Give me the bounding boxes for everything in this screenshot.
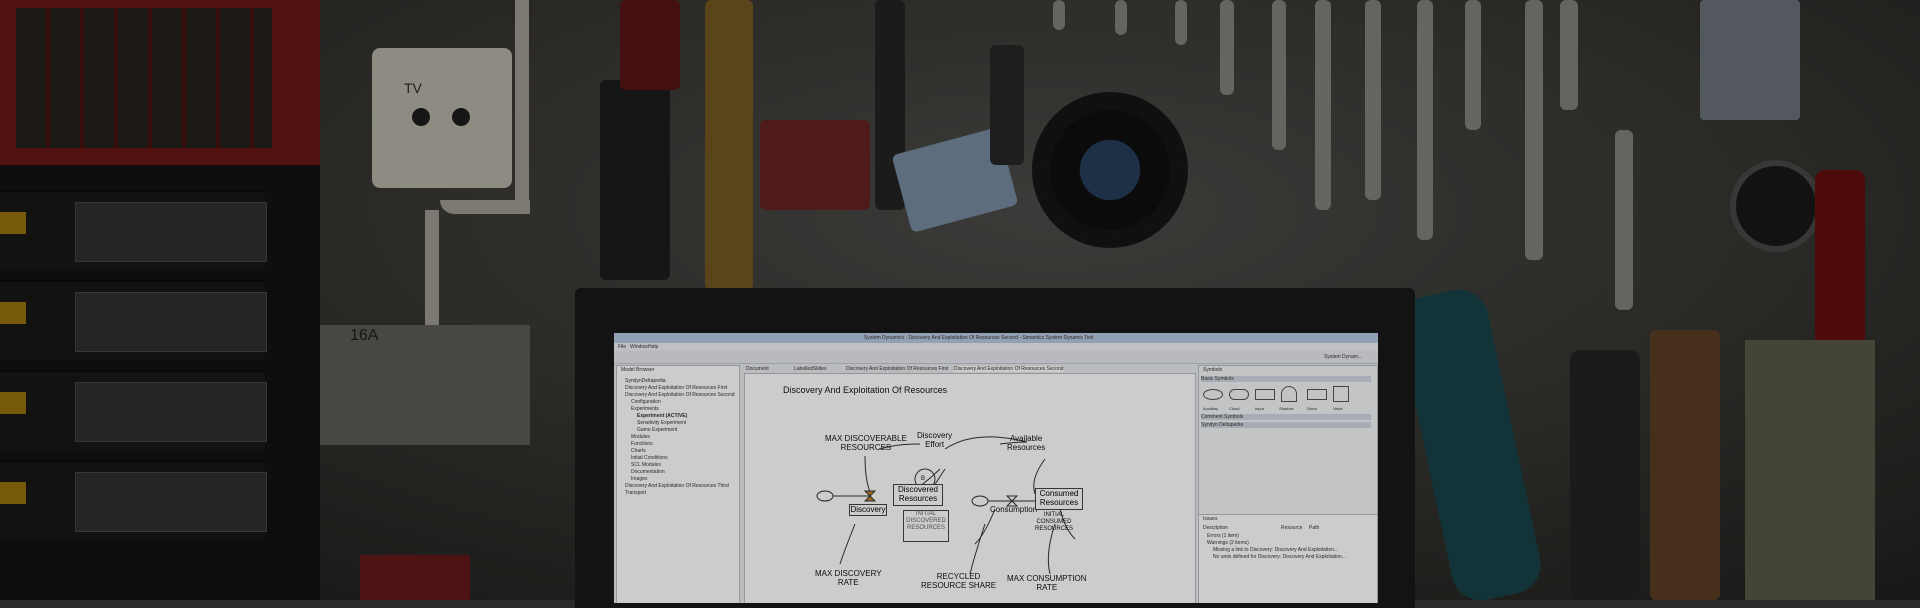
wrench xyxy=(1417,0,1433,240)
storage-shelf xyxy=(0,0,320,600)
hammer-handle xyxy=(600,80,670,280)
wrench xyxy=(1525,0,1543,260)
pipe xyxy=(440,200,530,214)
drawer xyxy=(0,370,267,450)
file-tool xyxy=(705,0,753,290)
wrench xyxy=(1175,0,1187,45)
drawer xyxy=(0,190,267,270)
shelf-label: 16A xyxy=(350,327,379,344)
tape-roll xyxy=(1730,160,1822,252)
wrench xyxy=(1315,0,1331,210)
plastic-bag xyxy=(1700,0,1800,120)
socket-tool xyxy=(990,45,1024,165)
wrench xyxy=(1220,0,1234,95)
wrench xyxy=(1053,0,1065,30)
gear xyxy=(1040,100,1180,240)
tag-bundle xyxy=(760,120,870,210)
drawer xyxy=(0,460,267,540)
wrench xyxy=(1272,0,1286,150)
red-drawer-grid xyxy=(16,8,272,148)
switch-plate: 16A xyxy=(320,325,530,445)
wrench xyxy=(1465,0,1481,130)
red-drawer-unit xyxy=(0,0,320,165)
wrench xyxy=(1115,0,1127,35)
wrench xyxy=(1615,130,1633,310)
screwdriver-handle xyxy=(1650,330,1720,600)
pipe xyxy=(515,0,529,200)
outlet-label: TV xyxy=(404,80,422,96)
screwdriver xyxy=(1570,350,1640,600)
pipe xyxy=(425,210,439,330)
tv-outlet: TV xyxy=(372,48,512,188)
wrench xyxy=(1560,0,1578,110)
drawer xyxy=(0,280,267,360)
red-tool xyxy=(620,0,680,90)
circuit-board xyxy=(360,555,470,600)
package xyxy=(1745,340,1875,600)
wrench xyxy=(1365,0,1381,200)
